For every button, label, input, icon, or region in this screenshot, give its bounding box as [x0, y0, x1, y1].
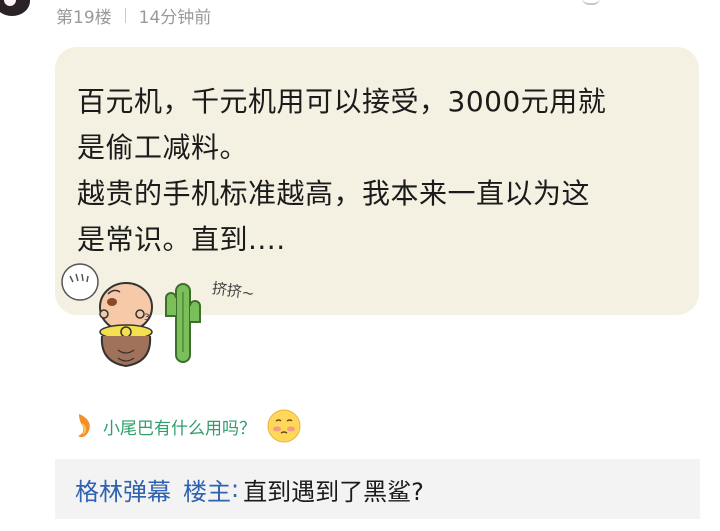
- floor-number: 第19楼: [56, 7, 112, 28]
- blushing-face-icon: [267, 409, 301, 443]
- signature-row[interactable]: 小尾巴有什么用吗？: [73, 404, 302, 448]
- meta-divider: [124, 7, 126, 23]
- post-line: 是常识。直到....: [77, 223, 286, 256]
- reply-author[interactable]: 格林弹幕: [75, 472, 171, 507]
- svg-text:3: 3: [144, 313, 150, 323]
- post-meta: 第19楼 14分钟前: [56, 3, 212, 28]
- post-line: 是偷工减料。: [77, 131, 249, 164]
- more-icon[interactable]: [582, 0, 600, 5]
- post-content: 百元机，千元机用可以接受，3000元用就 是偷工减料。 越贵的手机标准越高，我本…: [77, 79, 675, 263]
- post-floor: 第19楼 14分钟前 百元机，千元机用可以接受，3000元用就 是偷工减料。 越…: [0, 0, 720, 531]
- reply-separator: :: [231, 475, 240, 503]
- post-time: 14分钟前: [138, 7, 212, 28]
- avatar[interactable]: [0, 0, 30, 16]
- owner-badge: 楼主: [183, 477, 231, 506]
- reply-text: 直到遇到了黑鲨?: [243, 477, 424, 506]
- flame-icon: [78, 414, 90, 438]
- post-line: 百元机，千元机用可以接受，3000元用就: [77, 85, 607, 118]
- reply-item[interactable]: 格林弹幕 楼主 : 直到遇到了黑鲨?: [55, 459, 700, 519]
- signature-text: 小尾巴有什么用吗？: [103, 418, 256, 439]
- post-line: 越贵的手机标准越高，我本来一直以为这: [77, 177, 591, 210]
- cactus-sticker-image: 3: [61, 263, 201, 368]
